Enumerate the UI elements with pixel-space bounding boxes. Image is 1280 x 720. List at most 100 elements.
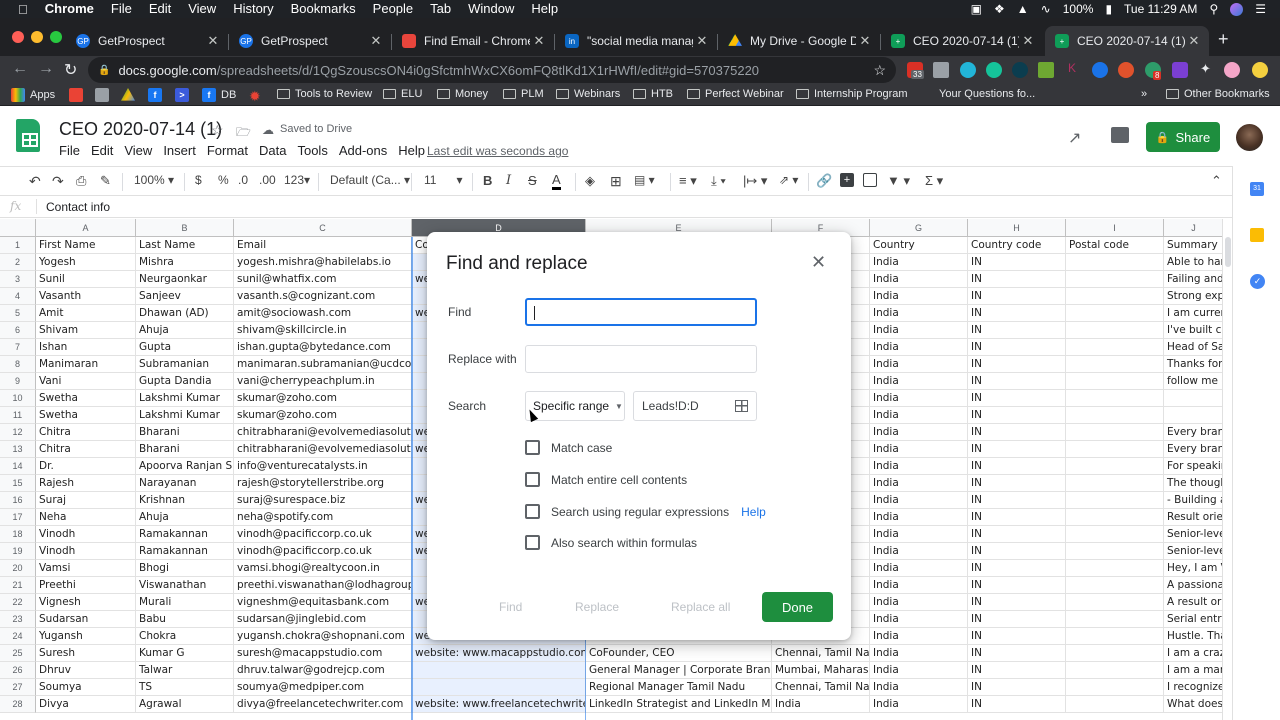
forward-icon[interactable]: → — [38, 60, 54, 78]
cell-d25[interactable]: website: www.macappstudio.comw — [412, 645, 586, 662]
cell-a16[interactable]: Suraj — [36, 492, 136, 509]
close-tab-icon[interactable]: ✕ — [693, 33, 711, 49]
cell-c12[interactable]: chitrabharani@evolvemediasolution — [234, 424, 412, 441]
cell-j21[interactable]: A passionat — [1164, 577, 1222, 594]
cell-g13[interactable]: India — [870, 441, 968, 458]
cell-j18[interactable]: Senior-level — [1164, 526, 1222, 543]
scrollbar-thumb[interactable] — [1225, 237, 1231, 267]
collapse-toolbar-icon[interactable]: ⌃ — [1211, 173, 1222, 189]
cell-a9[interactable]: Vani — [36, 373, 136, 390]
bookmark-apps[interactable]: Apps — [11, 88, 55, 102]
cell-h1[interactable]: Country code — [968, 237, 1066, 254]
cell-h24[interactable]: IN — [968, 628, 1066, 645]
row-header[interactable]: 26 — [0, 662, 36, 679]
insert-comment-icon[interactable]: + — [840, 173, 854, 187]
column-header-g[interactable]: G — [870, 219, 968, 237]
cell-i25[interactable] — [1066, 645, 1164, 662]
cell-h16[interactable]: IN — [968, 492, 1066, 509]
bookmarks-overflow-button[interactable]: » — [1141, 88, 1147, 100]
bookmark-folder[interactable]: Tools to Review — [277, 88, 372, 100]
cell-g19[interactable]: India — [870, 543, 968, 560]
cell-i18[interactable] — [1066, 526, 1164, 543]
wifi-icon[interactable]: ∿ — [1041, 2, 1051, 16]
bookmark-folder[interactable]: PLM — [503, 88, 544, 100]
cell-j13[interactable]: Every branc — [1164, 441, 1222, 458]
row-header[interactable]: 10 — [0, 390, 36, 407]
window-close-button[interactable] — [12, 31, 24, 43]
cell-a5[interactable]: Amit — [36, 305, 136, 322]
cell-i16[interactable] — [1066, 492, 1164, 509]
cell-c17[interactable]: neha@spotify.com — [234, 509, 412, 526]
cell-a15[interactable]: Rajesh — [36, 475, 136, 492]
cell-g17[interactable]: India — [870, 509, 968, 526]
extension-k-icon[interactable]: K — [1068, 61, 1076, 75]
range-input[interactable]: Leads!D:D — [633, 391, 757, 421]
bold-icon[interactable]: B — [483, 173, 492, 188]
menu-window[interactable]: Window — [468, 0, 514, 18]
cell-c16[interactable]: suraj@surespace.biz — [234, 492, 412, 509]
cell-c18[interactable]: vinodh@pacificcorp.co.uk — [234, 526, 412, 543]
bookmark-folder[interactable]: ELU — [383, 88, 422, 100]
cell-b4[interactable]: Sanjeev — [136, 288, 234, 305]
cell-i19[interactable] — [1066, 543, 1164, 560]
cell-c9[interactable]: vani@cherrypeachplum.in — [234, 373, 412, 390]
getprospect-extension-icon[interactable] — [1092, 62, 1108, 78]
cell-i13[interactable] — [1066, 441, 1164, 458]
cell-g2[interactable]: India — [870, 254, 968, 271]
find-input[interactable] — [525, 298, 757, 326]
increase-decimal-button[interactable]: .00 — [259, 173, 276, 187]
cell-f28[interactable]: India — [772, 696, 870, 713]
regex-option[interactable]: Search using regular expressions Help — [525, 504, 766, 519]
cell-h18[interactable]: IN — [968, 526, 1066, 543]
cell-i11[interactable] — [1066, 407, 1164, 424]
cell-i8[interactable] — [1066, 356, 1164, 373]
row-header[interactable]: 6 — [0, 322, 36, 339]
cell-c2[interactable]: yogesh.mishra@habilelabs.io — [234, 254, 412, 271]
strikethrough-icon[interactable]: S — [528, 173, 537, 188]
cell-j23[interactable]: Serial entre — [1164, 611, 1222, 628]
cell-h10[interactable]: IN — [968, 390, 1066, 407]
row-header[interactable]: 17 — [0, 509, 36, 526]
cell-g16[interactable]: India — [870, 492, 968, 509]
spotlight-search-icon[interactable]: ⚲ — [1209, 2, 1218, 16]
dropbox-icon[interactable]: ❖ — [994, 2, 1005, 16]
row-header[interactable]: 11 — [0, 407, 36, 424]
profile-icon[interactable] — [1224, 62, 1240, 78]
row-header[interactable]: 23 — [0, 611, 36, 628]
cell-j7[interactable]: Head of Sal — [1164, 339, 1222, 356]
cell-h3[interactable]: IN — [968, 271, 1066, 288]
row-header[interactable]: 24 — [0, 628, 36, 645]
last-edit-link[interactable]: Last edit was seconds ago — [427, 144, 568, 158]
cell-b23[interactable]: Babu — [136, 611, 234, 628]
bookmark-arrow[interactable]: > — [175, 88, 194, 102]
cell-c13[interactable]: chitrabharani@evolvemediasolution — [234, 441, 412, 458]
row-header[interactable]: 3 — [0, 271, 36, 288]
menu-history[interactable]: History — [233, 0, 273, 18]
cell-a17[interactable]: Neha — [36, 509, 136, 526]
cell-c23[interactable]: sudarsan@jinglebid.com — [234, 611, 412, 628]
cell-g15[interactable]: India — [870, 475, 968, 492]
cell-c21[interactable]: preethi.viswanathan@lodhagroup.com — [234, 577, 412, 594]
menu-insert[interactable]: Insert — [163, 143, 196, 158]
cell-a25[interactable]: Suresh — [36, 645, 136, 662]
cell-g21[interactable]: India — [870, 577, 968, 594]
merge-cells-icon[interactable]: ▤ ▾ — [634, 173, 655, 187]
cell-a22[interactable]: Vignesh — [36, 594, 136, 611]
horizontal-align-icon[interactable]: ≡ ▾ — [679, 173, 697, 189]
cell-a24[interactable]: Yugansh — [36, 628, 136, 645]
cell-c3[interactable]: sunil@whatfix.com — [234, 271, 412, 288]
cell-b11[interactable]: Lakshmi Kumar — [136, 407, 234, 424]
cell-b15[interactable]: Narayanan — [136, 475, 234, 492]
cell-b18[interactable]: Ramakannan — [136, 526, 234, 543]
cell-h8[interactable]: IN — [968, 356, 1066, 373]
close-tab-icon[interactable]: ✕ — [204, 33, 222, 49]
browser-tab[interactable]: + CEO 2020-07-14 (1).xl ✕ — [881, 26, 1043, 56]
cell-a23[interactable]: Sudarsan — [36, 611, 136, 628]
cell-h23[interactable]: IN — [968, 611, 1066, 628]
cell-g9[interactable]: India — [870, 373, 968, 390]
cell-c4[interactable]: vasanth.s@cognizant.com — [234, 288, 412, 305]
search-formulas-checkbox[interactable] — [525, 535, 540, 550]
match-case-option[interactable]: Match case — [525, 440, 612, 455]
search-scope-dropdown[interactable]: Specific range ▼ — [525, 391, 625, 421]
cell-h11[interactable]: IN — [968, 407, 1066, 424]
